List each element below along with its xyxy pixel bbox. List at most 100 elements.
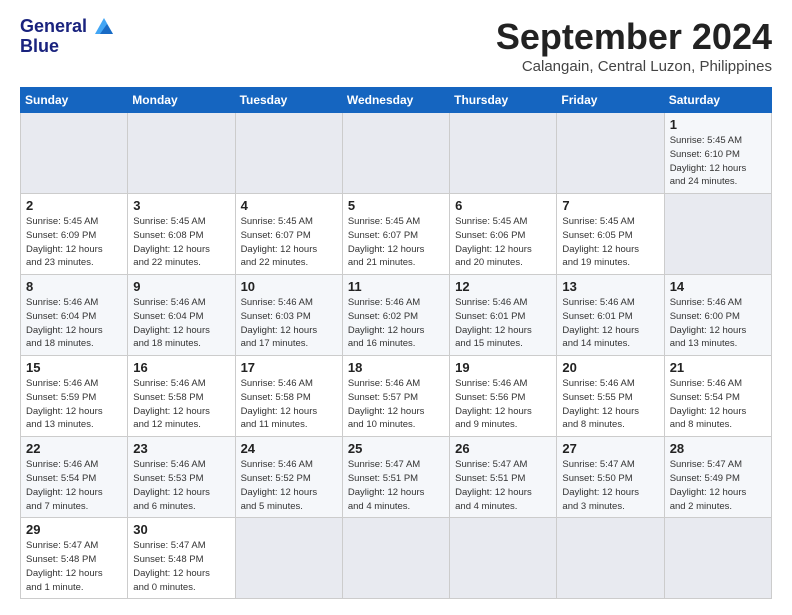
day-info: Sunrise: 5:46 AMSunset: 5:57 PMDaylight:… xyxy=(348,377,444,432)
day-info: Sunrise: 5:46 AMSunset: 5:53 PMDaylight:… xyxy=(133,458,229,513)
day-number: 13 xyxy=(562,279,658,294)
col-friday: Friday xyxy=(557,88,664,113)
day-number: 3 xyxy=(133,198,229,213)
day-number: 22 xyxy=(26,441,122,456)
week-row: 1 Sunrise: 5:45 AMSunset: 6:10 PMDayligh… xyxy=(21,113,772,194)
day-number: 4 xyxy=(241,198,337,213)
day-info: Sunrise: 5:47 AMSunset: 5:49 PMDaylight:… xyxy=(670,458,766,513)
month-title: September 2024 xyxy=(496,16,772,58)
day-cell: 4 Sunrise: 5:45 AMSunset: 6:07 PMDayligh… xyxy=(235,194,342,275)
day-number: 26 xyxy=(455,441,551,456)
logo-general: General xyxy=(20,16,87,36)
day-number: 11 xyxy=(348,279,444,294)
day-info: Sunrise: 5:46 AMSunset: 5:52 PMDaylight:… xyxy=(241,458,337,513)
empty-cell xyxy=(450,113,557,194)
day-info: Sunrise: 5:46 AMSunset: 6:02 PMDaylight:… xyxy=(348,296,444,351)
day-info: Sunrise: 5:46 AMSunset: 5:59 PMDaylight:… xyxy=(26,377,122,432)
day-info: Sunrise: 5:45 AMSunset: 6:06 PMDaylight:… xyxy=(455,215,551,270)
day-number: 10 xyxy=(241,279,337,294)
day-cell: 3 Sunrise: 5:45 AMSunset: 6:08 PMDayligh… xyxy=(128,194,235,275)
day-cell: 12 Sunrise: 5:46 AMSunset: 6:01 PMDaylig… xyxy=(450,275,557,356)
empty-cell xyxy=(557,518,664,599)
day-info: Sunrise: 5:46 AMSunset: 6:01 PMDaylight:… xyxy=(562,296,658,351)
day-cell: 20 Sunrise: 5:46 AMSunset: 5:55 PMDaylig… xyxy=(557,356,664,437)
day-cell: 11 Sunrise: 5:46 AMSunset: 6:02 PMDaylig… xyxy=(342,275,449,356)
calendar-table: Sunday Monday Tuesday Wednesday Thursday… xyxy=(20,87,772,599)
day-cell: 16 Sunrise: 5:46 AMSunset: 5:58 PMDaylig… xyxy=(128,356,235,437)
day-cell: 26 Sunrise: 5:47 AMSunset: 5:51 PMDaylig… xyxy=(450,437,557,518)
empty-cell xyxy=(557,113,664,194)
day-number: 30 xyxy=(133,522,229,537)
empty-cell xyxy=(342,518,449,599)
day-number: 6 xyxy=(455,198,551,213)
day-cell: 17 Sunrise: 5:46 AMSunset: 5:58 PMDaylig… xyxy=(235,356,342,437)
day-info: Sunrise: 5:47 AMSunset: 5:48 PMDaylight:… xyxy=(133,539,229,594)
day-cell: 18 Sunrise: 5:46 AMSunset: 5:57 PMDaylig… xyxy=(342,356,449,437)
logo-icon xyxy=(93,16,115,38)
day-info: Sunrise: 5:47 AMSunset: 5:48 PMDaylight:… xyxy=(26,539,122,594)
empty-cell xyxy=(21,113,128,194)
week-row: 15 Sunrise: 5:46 AMSunset: 5:59 PMDaylig… xyxy=(21,356,772,437)
day-cell: 29 Sunrise: 5:47 AMSunset: 5:48 PMDaylig… xyxy=(21,518,128,599)
day-number: 19 xyxy=(455,360,551,375)
day-number: 29 xyxy=(26,522,122,537)
col-tuesday: Tuesday xyxy=(235,88,342,113)
day-info: Sunrise: 5:47 AMSunset: 5:51 PMDaylight:… xyxy=(455,458,551,513)
empty-cell xyxy=(342,113,449,194)
day-cell: 5 Sunrise: 5:45 AMSunset: 6:07 PMDayligh… xyxy=(342,194,449,275)
col-monday: Monday xyxy=(128,88,235,113)
day-info: Sunrise: 5:45 AMSunset: 6:07 PMDaylight:… xyxy=(241,215,337,270)
day-number: 5 xyxy=(348,198,444,213)
day-cell: 19 Sunrise: 5:46 AMSunset: 5:56 PMDaylig… xyxy=(450,356,557,437)
day-number: 20 xyxy=(562,360,658,375)
day-info: Sunrise: 5:45 AMSunset: 6:09 PMDaylight:… xyxy=(26,215,122,270)
day-cell: 14 Sunrise: 5:46 AMSunset: 6:00 PMDaylig… xyxy=(664,275,771,356)
day-info: Sunrise: 5:46 AMSunset: 5:54 PMDaylight:… xyxy=(26,458,122,513)
empty-cell xyxy=(664,518,771,599)
day-cell: 13 Sunrise: 5:46 AMSunset: 6:01 PMDaylig… xyxy=(557,275,664,356)
page: General Blue September 2024 Calangain, C… xyxy=(0,0,792,615)
empty-cell xyxy=(664,194,771,275)
day-info: Sunrise: 5:46 AMSunset: 6:00 PMDaylight:… xyxy=(670,296,766,351)
day-info: Sunrise: 5:46 AMSunset: 5:58 PMDaylight:… xyxy=(241,377,337,432)
empty-cell xyxy=(235,518,342,599)
empty-cell xyxy=(450,518,557,599)
day-info: Sunrise: 5:46 AMSunset: 5:55 PMDaylight:… xyxy=(562,377,658,432)
day-info: Sunrise: 5:47 AMSunset: 5:51 PMDaylight:… xyxy=(348,458,444,513)
day-info: Sunrise: 5:45 AMSunset: 6:08 PMDaylight:… xyxy=(133,215,229,270)
day-number: 17 xyxy=(241,360,337,375)
day-number: 12 xyxy=(455,279,551,294)
day-cell: 2 Sunrise: 5:45 AMSunset: 6:09 PMDayligh… xyxy=(21,194,128,275)
day-number: 8 xyxy=(26,279,122,294)
logo-blue: Blue xyxy=(20,36,115,57)
col-wednesday: Wednesday xyxy=(342,88,449,113)
day-cell: 21 Sunrise: 5:46 AMSunset: 5:54 PMDaylig… xyxy=(664,356,771,437)
day-number: 28 xyxy=(670,441,766,456)
day-cell: 25 Sunrise: 5:47 AMSunset: 5:51 PMDaylig… xyxy=(342,437,449,518)
week-row: 29 Sunrise: 5:47 AMSunset: 5:48 PMDaylig… xyxy=(21,518,772,599)
empty-cell xyxy=(128,113,235,194)
day-info: Sunrise: 5:46 AMSunset: 5:56 PMDaylight:… xyxy=(455,377,551,432)
col-sunday: Sunday xyxy=(21,88,128,113)
day-cell: 10 Sunrise: 5:46 AMSunset: 6:03 PMDaylig… xyxy=(235,275,342,356)
day-number: 24 xyxy=(241,441,337,456)
week-row: 2 Sunrise: 5:45 AMSunset: 6:09 PMDayligh… xyxy=(21,194,772,275)
day-number: 14 xyxy=(670,279,766,294)
day-number: 16 xyxy=(133,360,229,375)
day-number: 18 xyxy=(348,360,444,375)
title-block: September 2024 Calangain, Central Luzon,… xyxy=(496,16,772,75)
day-number: 1 xyxy=(670,117,766,132)
day-info: Sunrise: 5:47 AMSunset: 5:50 PMDaylight:… xyxy=(562,458,658,513)
day-cell: 6 Sunrise: 5:45 AMSunset: 6:06 PMDayligh… xyxy=(450,194,557,275)
day-number: 27 xyxy=(562,441,658,456)
day-cell: 24 Sunrise: 5:46 AMSunset: 5:52 PMDaylig… xyxy=(235,437,342,518)
col-thursday: Thursday xyxy=(450,88,557,113)
col-saturday: Saturday xyxy=(664,88,771,113)
day-cell: 7 Sunrise: 5:45 AMSunset: 6:05 PMDayligh… xyxy=(557,194,664,275)
day-info: Sunrise: 5:46 AMSunset: 5:54 PMDaylight:… xyxy=(670,377,766,432)
day-info: Sunrise: 5:46 AMSunset: 6:03 PMDaylight:… xyxy=(241,296,337,351)
day-info: Sunrise: 5:46 AMSunset: 6:01 PMDaylight:… xyxy=(455,296,551,351)
day-info: Sunrise: 5:46 AMSunset: 6:04 PMDaylight:… xyxy=(133,296,229,351)
day-cell: 8 Sunrise: 5:46 AMSunset: 6:04 PMDayligh… xyxy=(21,275,128,356)
day-number: 7 xyxy=(562,198,658,213)
